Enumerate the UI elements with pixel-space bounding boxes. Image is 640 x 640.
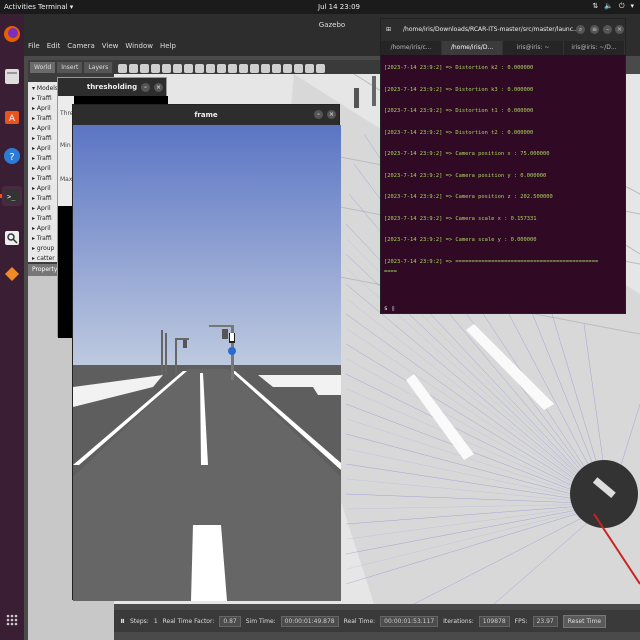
log-line: [2023-7-14 23:9:2] => Camera scale y : 0… [384, 237, 537, 243]
terminal-tab-active[interactable]: /home/iris/D... [442, 41, 503, 55]
terminal-prompt[interactable]: s ▯ [384, 305, 395, 312]
help-icon[interactable]: ? [2, 146, 22, 166]
chevron-down-icon: ▾ [630, 2, 634, 10]
top-bar: Activities Terminal ▾ Jul 14 23:09 ⇅ 🔈 ⏻… [0, 0, 640, 14]
snap-icon[interactable] [283, 63, 292, 73]
dock: A ? >_ [0, 14, 24, 640]
gazebo-icon[interactable] [2, 264, 22, 284]
software-store-icon[interactable]: A [2, 106, 22, 126]
minimize-icon[interactable]: – [603, 25, 612, 34]
menu-icon[interactable]: ≡ [590, 25, 599, 34]
log-line: ==== [384, 268, 397, 275]
translate-tool-icon[interactable] [129, 63, 138, 73]
close-icon[interactable]: × [327, 110, 336, 119]
terminal-icon[interactable]: >_ [2, 186, 22, 206]
svg-text:A: A [9, 114, 16, 124]
sim-time-value: 00:00:01:49.878 [280, 615, 339, 627]
menu-help[interactable]: Help [160, 42, 176, 50]
log-line: [2023-7-14 23:9:2] => Camera position x … [384, 151, 550, 157]
log-line: [2023-7-14 23:9:2] => Distortion t2 : 0.… [384, 129, 534, 136]
menu-file[interactable]: File [28, 42, 40, 50]
minimize-icon[interactable]: – [141, 83, 150, 92]
gazebo-statusbar: ⏸ Steps: 1 Real Time Factor: 0.87 Sim Ti… [114, 610, 640, 632]
point-light-icon[interactable] [228, 63, 237, 73]
real-time-label: Real Time: [343, 617, 376, 625]
new-tab-icon[interactable]: ⊞ [386, 19, 391, 41]
app-menu[interactable]: Terminal ▾ [38, 3, 73, 11]
fps-value: 23.97 [532, 615, 558, 627]
menu-view[interactable]: View [102, 42, 119, 50]
log-line: [2023-7-14 23:9:2] => Distortion k3 : 0.… [384, 86, 534, 93]
terminal-tab[interactable]: /home/iris/c... [381, 41, 442, 55]
redo-icon[interactable] [173, 63, 182, 73]
tab-world[interactable]: World [30, 62, 56, 73]
pause-icon[interactable]: ⏸ [120, 616, 125, 627]
menu-camera[interactable]: Camera [67, 42, 94, 50]
files-icon[interactable] [2, 66, 22, 86]
log-line: [2023-7-14 23:9:2] => Distortion t1 : 0.… [384, 108, 534, 114]
log-line: [2023-7-14 23:9:2] => Camera position z … [384, 194, 553, 200]
rtf-value: 0.87 [219, 615, 241, 627]
terminal-window: ⊞ /home/iris/Downloads/RCAR-ITS-master/s… [380, 18, 626, 314]
svg-text:?: ? [9, 152, 14, 163]
scale-tool-icon[interactable] [151, 63, 160, 73]
frame-title: frame [194, 111, 218, 119]
menu-window[interactable]: Window [125, 42, 153, 50]
minimize-icon[interactable]: – [314, 110, 323, 119]
cylinder-shape-icon[interactable] [206, 63, 215, 73]
box-shape-icon[interactable] [184, 63, 193, 73]
iterations-value: 109878 [478, 615, 510, 627]
sim-time-label: Sim Time: [245, 617, 276, 625]
record-icon[interactable] [316, 63, 325, 73]
terminal-tab[interactable]: iris@iris: ~/D... [564, 41, 625, 55]
iterations-label: Iterations: [443, 617, 474, 625]
power-icon: ⏻ [618, 2, 625, 10]
terminal-tab[interactable]: iris@iris: ~ [503, 41, 564, 55]
magnet-icon[interactable] [294, 63, 303, 73]
log-line: [2023-7-14 23:9:2] => Distortion k2 : 0.… [384, 65, 534, 71]
firefox-icon[interactable] [2, 24, 22, 44]
tab-insert[interactable]: Insert [57, 62, 83, 73]
copy-icon[interactable] [250, 63, 259, 73]
rtf-label: Real Time Factor: [162, 617, 215, 625]
sun-light-icon[interactable] [217, 63, 226, 73]
steps-label: Steps: [130, 617, 149, 625]
clock[interactable]: Jul 14 23:09 [318, 3, 360, 11]
camera-frame-view [73, 125, 341, 601]
terminal-title: /home/iris/Downloads/RCAR-ITS-master/src… [403, 26, 579, 33]
close-icon[interactable]: × [615, 25, 624, 34]
thresholding-title: thresholding [86, 83, 138, 91]
log-line: [2023-7-14 23:9:2] => Camera scale x : 0… [384, 215, 537, 222]
fps-label: FPS: [514, 617, 528, 625]
spot-light-icon[interactable] [239, 63, 248, 73]
network-icon: ⇅ [592, 2, 599, 10]
reset-time-button[interactable]: Reset Time [562, 614, 607, 628]
align-icon[interactable] [272, 63, 281, 73]
svg-text:>_: >_ [7, 193, 16, 201]
magnifier-icon[interactable] [2, 228, 22, 248]
close-icon[interactable]: × [154, 83, 163, 92]
tab-layers[interactable]: Layers [84, 62, 113, 73]
real-time-value: 00:00:01:53.117 [380, 615, 439, 627]
terminal-output: [2023-7-14 23:9:2] => Distortion k2 : 0.… [384, 63, 622, 277]
steps-value[interactable]: 1 [154, 618, 158, 625]
search-icon[interactable]: ⌕ [576, 25, 585, 34]
activities-button[interactable]: Activities [4, 3, 36, 11]
screenshot-icon[interactable] [305, 63, 314, 73]
log-line: [2023-7-14 23:9:2] => ==================… [384, 258, 599, 265]
show-apps-icon[interactable] [2, 610, 22, 630]
terminal-tabs: /home/iris/c... /home/iris/D... iris@iri… [381, 41, 625, 55]
sphere-shape-icon[interactable] [195, 63, 204, 73]
paste-icon[interactable] [261, 63, 270, 73]
menu-edit[interactable]: Edit [47, 42, 61, 50]
select-tool-icon[interactable] [118, 63, 127, 73]
system-tray[interactable]: ⇅ 🔈 ⏻ ▾ [592, 2, 634, 11]
rotate-tool-icon[interactable] [140, 63, 149, 73]
volume-icon: 🔈 [604, 2, 613, 10]
frame-window: frame – × [72, 104, 341, 601]
log-line: [2023-7-14 23:9:2] => Camera position y … [384, 172, 547, 179]
undo-icon[interactable] [162, 63, 171, 73]
